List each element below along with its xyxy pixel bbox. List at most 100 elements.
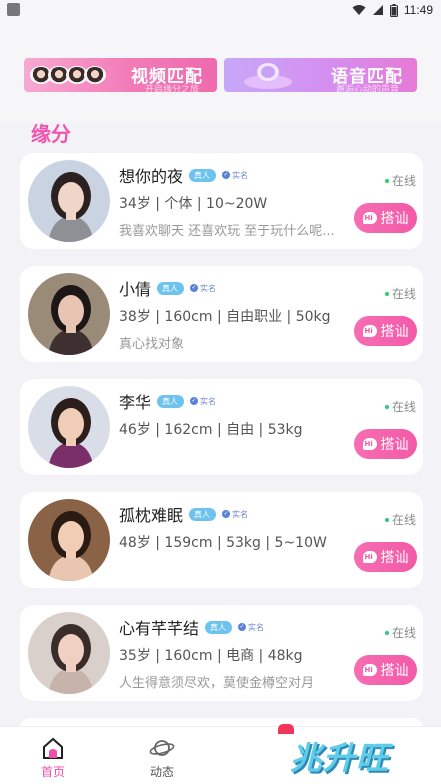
user-bio: 真心找对象 — [119, 337, 185, 352]
wifi-icon — [352, 5, 366, 15]
user-meta: 38岁 | 160cm | 自由职业 | 50kg — [119, 309, 331, 325]
user-bio: 我喜欢聊天 还喜欢玩 至于玩什么呢... — [119, 224, 335, 239]
chat-button[interactable]: 搭讪 — [354, 542, 417, 572]
status-time: 11:49 — [403, 3, 433, 17]
name-row: 小倩 真人 ✓ 实名 — [119, 276, 216, 300]
nav-moments-label: 动态 — [149, 765, 174, 779]
online-status-label: 在线 — [391, 400, 416, 414]
name-row: 心有芊芊结 真人 ✓ 实名 — [119, 615, 264, 639]
real-person-badge: 真人 — [157, 281, 185, 295]
real-person-badge-label: 真人 — [194, 509, 211, 519]
user-meta: 34岁 | 个体 | 10~20W — [119, 196, 268, 212]
signal-icon — [372, 5, 383, 15]
faces-graphic — [30, 66, 106, 84]
online-status: 在线 — [384, 172, 416, 189]
chat-button-label: 搭讪 — [380, 663, 409, 679]
user-name: 小倩 — [119, 280, 152, 299]
voice-match-subtitle: 邂逅心动的声音 — [335, 84, 399, 92]
chat-button[interactable]: 搭讪 — [354, 316, 417, 346]
avatar[interactable] — [26, 497, 112, 583]
chat-bubble-icon — [362, 664, 377, 676]
chat-bubble-icon — [362, 325, 377, 337]
user-card[interactable]: 孤枕难眠 真人 ✓ 实名 48岁 | 159cm | 53kg | 5~10W 在… — [20, 492, 423, 588]
verified-icon: ✓ — [238, 623, 247, 631]
avatar[interactable] — [26, 610, 112, 696]
online-status: 在线 — [384, 285, 416, 302]
real-person-badge-label: 真人 — [162, 396, 179, 406]
online-status-label: 在线 — [391, 626, 416, 640]
nav-home[interactable]: 首页 — [40, 735, 66, 780]
avatar[interactable] — [26, 158, 112, 244]
chat-button[interactable]: 搭讪 — [354, 429, 417, 459]
nav-moments[interactable]: 动态 — [149, 735, 175, 780]
online-dot-icon — [384, 517, 389, 522]
voice-match-banner[interactable]: 语音匹配 邂逅心动的声音 — [224, 58, 417, 92]
user-name: 想你的夜 — [119, 167, 184, 186]
verified-badge: ✓ 实名 — [190, 396, 216, 407]
verified-badge-label: 实名 — [232, 170, 249, 180]
user-meta: 35岁 | 160cm | 电商 | 48kg — [119, 648, 303, 664]
verified-icon: ✓ — [222, 510, 231, 518]
planet-icon — [149, 740, 175, 756]
real-person-badge: 真人 — [189, 507, 217, 521]
avatar[interactable] — [26, 384, 112, 470]
chat-bubble-icon — [362, 551, 377, 563]
online-dot-icon — [384, 404, 389, 409]
user-bio: 人生得意须尽欢，莫使金樽空对月 — [119, 676, 315, 691]
chat-bubble-icon — [362, 212, 377, 224]
section-title: 缘分 — [31, 122, 71, 146]
verified-badge: ✓ 实名 — [238, 622, 264, 633]
real-person-badge: 真人 — [189, 168, 217, 182]
online-status: 在线 — [384, 624, 416, 641]
real-person-badge: 真人 — [205, 620, 233, 634]
name-row: 李华 真人 ✓ 实名 — [119, 389, 216, 413]
user-card[interactable]: 小倩 真人 ✓ 实名 38岁 | 160cm | 自由职业 | 50kg 真心找对… — [20, 266, 423, 362]
home-icon — [43, 737, 63, 759]
real-person-badge-label: 真人 — [162, 283, 179, 293]
verified-icon: ✓ — [190, 284, 199, 292]
verified-badge: ✓ 实名 — [190, 283, 216, 294]
name-row: 孤枕难眠 真人 ✓ 实名 — [119, 502, 248, 526]
video-match-banner[interactable]: 视频匹配 开启缘分之旅 — [24, 58, 217, 92]
chat-button[interactable]: 搭讪 — [354, 203, 417, 233]
online-dot-icon — [384, 178, 389, 183]
verified-badge-label: 实名 — [200, 283, 217, 293]
chat-button-label: 搭讪 — [380, 324, 409, 340]
user-name: 心有芊芊结 — [119, 619, 200, 638]
chat-button-label: 搭讪 — [380, 437, 409, 453]
video-match-subtitle: 开启缘分之旅 — [144, 84, 199, 92]
online-dot-icon — [384, 630, 389, 635]
user-meta: 48岁 | 159cm | 53kg | 5~10W — [119, 535, 327, 551]
online-status: 在线 — [384, 511, 416, 528]
verified-badge-label: 实名 — [200, 396, 217, 406]
status-bar: 11:49 — [0, 0, 441, 22]
real-person-badge: 真人 — [157, 394, 185, 408]
user-name: 孤枕难眠 — [119, 506, 184, 525]
verified-icon: ✓ — [222, 171, 231, 179]
user-card[interactable]: 心有芊芊结 真人 ✓ 实名 35岁 | 160cm | 电商 | 48kg 人生得… — [20, 605, 423, 701]
chat-button[interactable]: 搭讪 — [354, 655, 417, 685]
name-row: 想你的夜 真人 ✓ 实名 — [119, 163, 248, 187]
battery-icon — [389, 3, 398, 17]
online-dot-icon — [384, 291, 389, 296]
nav-home-label: 首页 — [40, 765, 65, 779]
verified-badge: ✓ 实名 — [222, 170, 248, 181]
user-card[interactable]: 想你的夜 真人 ✓ 实名 34岁 | 个体 | 10~20W 我喜欢聊天 还喜欢玩… — [20, 153, 423, 249]
avatar[interactable] — [26, 271, 112, 357]
verified-badge-label: 实名 — [232, 509, 249, 519]
user-meta: 46岁 | 162cm | 自由 | 53kg — [119, 422, 303, 438]
online-status-label: 在线 — [391, 174, 416, 188]
online-status: 在线 — [384, 398, 416, 415]
status-indicators: 11:49 — [352, 1, 433, 19]
real-person-badge-label: 真人 — [210, 622, 227, 632]
real-person-badge-label: 真人 — [194, 170, 211, 180]
verified-badge-label: 实名 — [248, 622, 265, 632]
user-name: 李华 — [119, 393, 152, 412]
online-status-label: 在线 — [391, 513, 416, 527]
notification-icon — [7, 3, 20, 16]
online-status-label: 在线 — [391, 287, 416, 301]
chat-button-label: 搭讪 — [380, 211, 409, 227]
chat-bubble-icon — [362, 438, 377, 450]
watermark-logo: 兆升旺 — [290, 739, 390, 777]
user-card[interactable]: 李华 真人 ✓实名 46岁 | 162cm | 自由 | 53kg 在线 搭讪 — [20, 379, 423, 475]
